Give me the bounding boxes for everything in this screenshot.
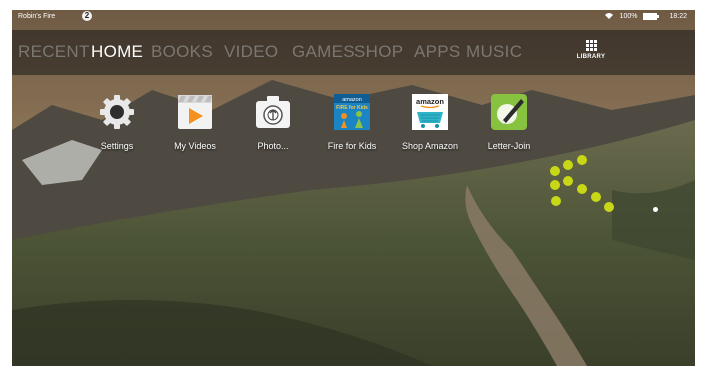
kids-tile-logo: amazon bbox=[342, 97, 362, 103]
battery-icon bbox=[643, 12, 660, 20]
pen-icon bbox=[491, 94, 527, 130]
app-label-shop-amazon: Shop Amazon bbox=[401, 141, 459, 151]
kids-icon: amazon FIRE for Kids bbox=[334, 94, 370, 130]
clock-time: 18:22 bbox=[669, 12, 687, 20]
app-letter-join[interactable]: Letter-Join bbox=[471, 94, 547, 151]
app-label-my-videos: My Videos bbox=[174, 141, 216, 151]
page-indicator-dot bbox=[653, 207, 658, 212]
app-fire-for-kids[interactable]: amazon FIRE for Kids Fire for Kids bbox=[314, 94, 390, 151]
tab-shop[interactable]: SHOP bbox=[354, 42, 403, 62]
app-label-photos: Photo... bbox=[257, 141, 289, 151]
shop-tile-logo: amazon bbox=[416, 97, 444, 106]
video-icon bbox=[177, 94, 213, 130]
device-owner-name: Robin's Fire bbox=[18, 13, 56, 20]
tab-recent[interactable]: RECENT bbox=[18, 42, 90, 62]
library-grid-icon bbox=[585, 40, 597, 51]
wifi-icon bbox=[604, 13, 613, 19]
app-label-letter-join: Letter-Join bbox=[487, 141, 531, 151]
gear-icon bbox=[99, 94, 135, 130]
tab-home[interactable]: HOME bbox=[91, 42, 143, 62]
tab-books[interactable]: BOOKS bbox=[151, 42, 213, 62]
kids-tile-text: FIRE for Kids bbox=[336, 105, 368, 111]
notification-count-badge[interactable]: 2 bbox=[82, 11, 92, 21]
status-bar: Robin's Fire 2 100% 18:22 bbox=[12, 10, 695, 24]
app-settings[interactable]: Settings bbox=[79, 94, 155, 151]
tab-video[interactable]: VIDEO bbox=[224, 42, 278, 62]
battery-percent: 100% bbox=[619, 12, 638, 20]
status-indicators: 100% 18:22 bbox=[604, 12, 687, 20]
app-photos[interactable]: Photo... bbox=[235, 94, 311, 151]
app-my-videos[interactable]: My Videos bbox=[157, 94, 233, 151]
app-shop-amazon[interactable]: amazon Shop Amazon bbox=[392, 94, 468, 151]
app-label-settings: Settings bbox=[100, 141, 134, 151]
library-button[interactable]: LIBRARY bbox=[571, 40, 611, 60]
tab-games[interactable]: GAMES bbox=[292, 42, 355, 62]
tab-music[interactable]: MUSIC bbox=[466, 42, 522, 62]
library-label: LIBRARY bbox=[576, 54, 606, 60]
camera-icon bbox=[255, 94, 291, 130]
navigation-bar: RECENT HOME BOOKS VIDEO GAMES SHOP APPS … bbox=[12, 30, 695, 75]
tab-apps[interactable]: APPS bbox=[414, 42, 461, 62]
home-screen: Robin's Fire 2 100% 18:22 RECENT HOME BO… bbox=[12, 10, 695, 366]
app-label-fire-for-kids: Fire for Kids bbox=[327, 141, 377, 151]
shopping-cart-icon: amazon bbox=[412, 94, 448, 130]
